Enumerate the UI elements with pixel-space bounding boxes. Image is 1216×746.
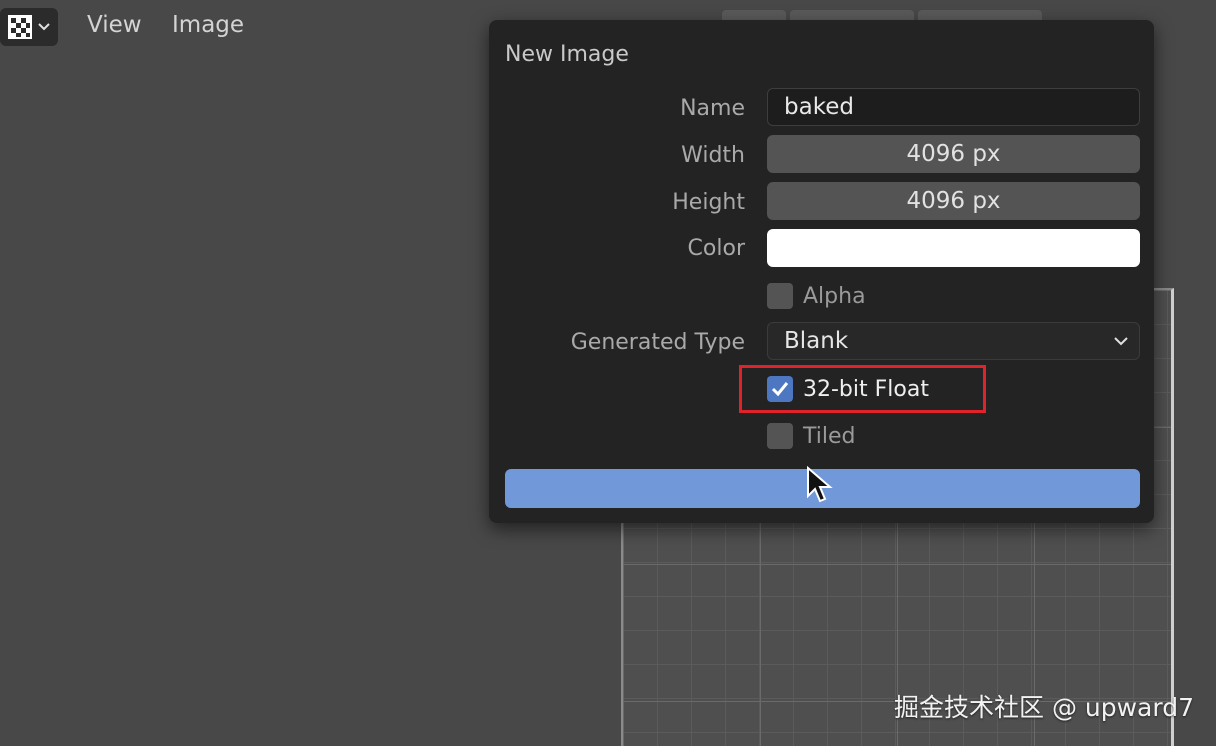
generated-type-value: Blank [784,328,849,354]
dialog-title: New Image [505,42,629,67]
chevron-down-icon [38,23,50,31]
alpha-option[interactable]: Alpha [767,281,866,311]
name-label: Name [680,96,745,121]
alpha-checkbox[interactable] [767,283,793,309]
width-label: Width [681,143,745,168]
editor-type-button[interactable] [0,8,58,46]
generated-type-label: Generated Type [570,330,745,355]
menu-view[interactable]: View [87,12,142,38]
tiled-checkbox[interactable] [767,423,793,449]
color-label: Color [687,236,745,261]
watermark: 掘金技术社区 @ upward7 [894,693,1194,722]
alpha-label: Alpha [803,283,866,309]
generated-type-select[interactable]: Blank [767,322,1140,360]
width-field[interactable]: 4096 px [767,135,1140,173]
new-image-dialog: New Image Name baked Width 4096 px Heigh… [489,20,1154,523]
highlight-annotation [739,365,986,413]
cursor-icon [807,466,833,503]
name-field[interactable]: baked [767,88,1140,126]
image-editor-icon [8,15,32,39]
color-swatch[interactable] [767,229,1140,267]
tiled-option[interactable]: Tiled [767,421,856,451]
height-label: Height [672,190,745,215]
chevron-down-icon [1114,337,1128,346]
height-field[interactable]: 4096 px [767,182,1140,220]
menu-image[interactable]: Image [172,12,244,38]
tiled-label: Tiled [803,423,856,449]
image-editor: View Image New Image Name baked Width 40… [0,0,1216,746]
